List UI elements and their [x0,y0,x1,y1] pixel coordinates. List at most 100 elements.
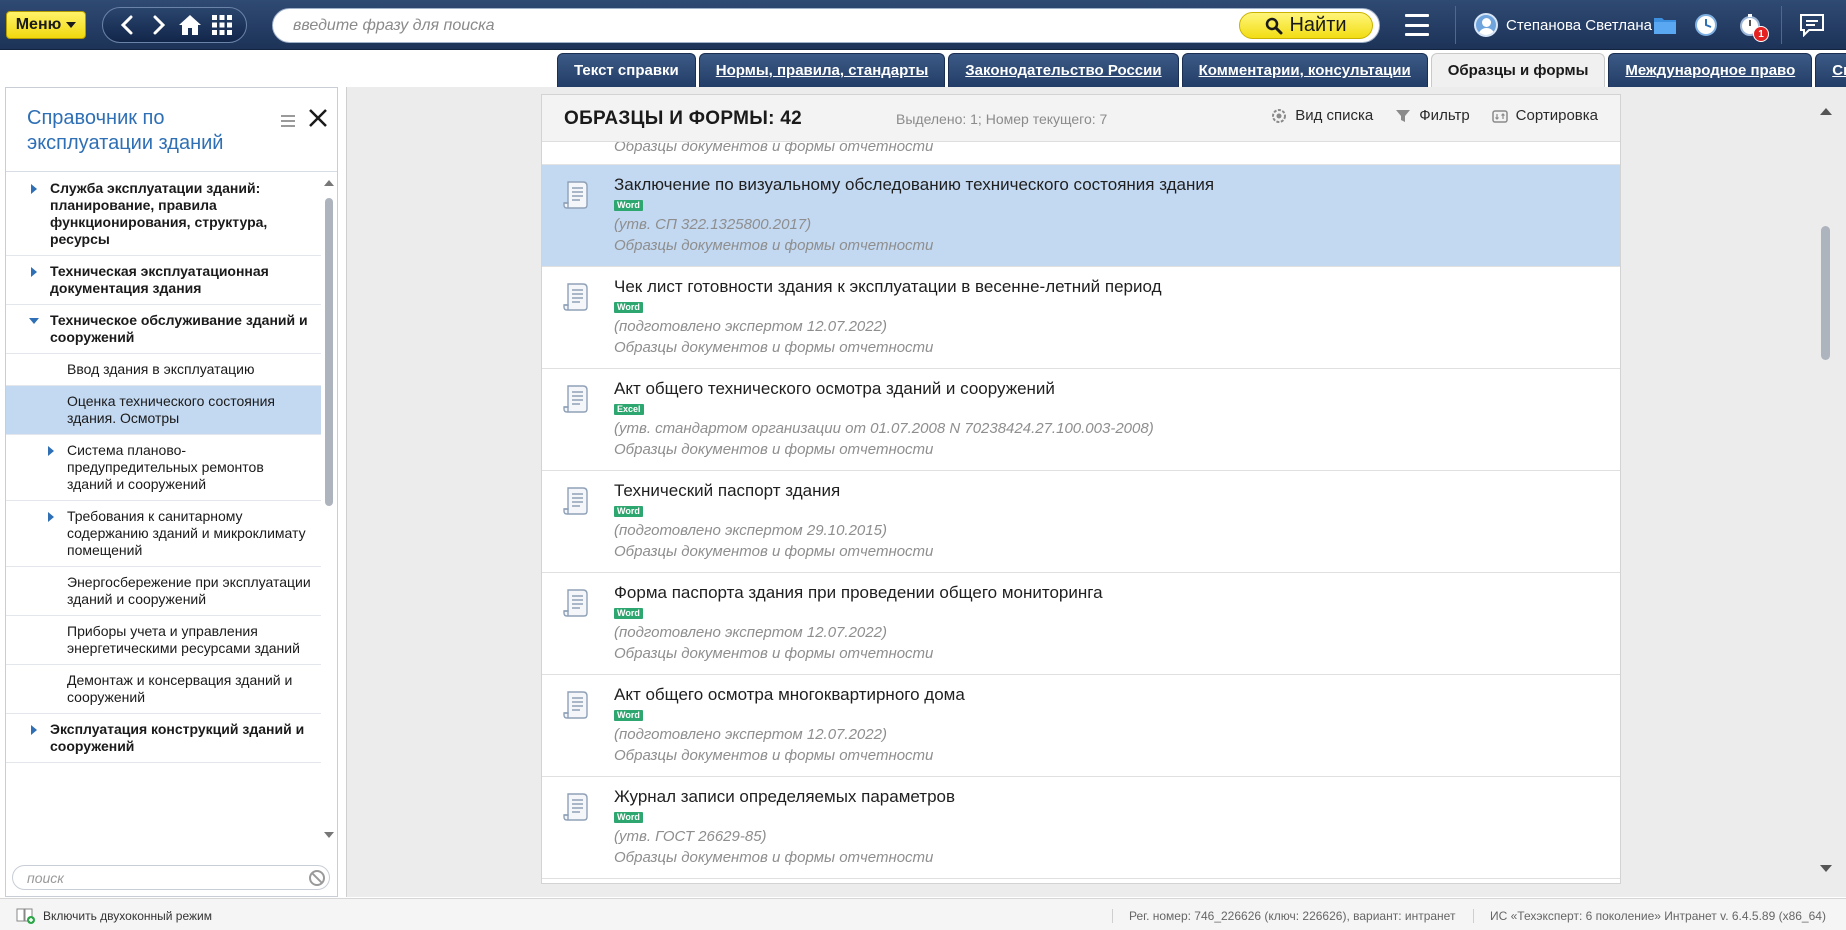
sidebar-search-input[interactable] [27,869,287,887]
home-icon[interactable] [177,12,203,38]
document-list-item[interactable]: Технический паспорт здания Word (подготовл… [542,471,1620,573]
document-list-item[interactable]: Чек лист готовности здания к эксплуатаци… [542,267,1620,369]
chevron-down-icon [66,22,77,28]
tab-1[interactable]: Текст справки [557,53,696,87]
notification-badge: 1 [1753,26,1769,42]
sidebar-item-label: Эксплуатация конструкций зданий и сооруж… [50,721,305,754]
document-category: Образцы документов и формы отчетности [614,645,934,662]
hamburger-menu-icon[interactable] [1405,14,1429,36]
sidebar-item-label: Оценка технического состояния здания. Ос… [67,393,275,426]
list-item-partial[interactable]: Образцы документов и формы отчетности [542,142,1620,165]
expand-right-icon[interactable] [31,184,37,194]
document-title[interactable]: Заключение по визуальному обследованию т… [614,175,1620,195]
navigation-group [102,7,247,43]
document-note: (подготовлено экспертом 12.07.2022) [614,624,887,641]
close-icon[interactable] [306,106,330,130]
sidebar-item-label: Требования к санитарному содержанию здан… [67,508,306,558]
sidebar-item-label: Техническое обслуживание зданий и сооруж… [50,312,308,345]
filter-button[interactable]: Фильтр [1395,107,1470,124]
document-category: Образцы документов и формы отчетности [614,747,934,764]
sidebar-item-label: Система планово-предупредительных ремонт… [67,442,264,492]
tab-2[interactable]: Нормы, правила, стандарты [698,53,946,87]
scrollbar-thumb[interactable] [1821,226,1830,360]
document-list-item[interactable]: Журнал записи определяемых параметров Wor… [542,777,1620,879]
funnel-icon [1396,109,1411,122]
toolbar-divider [1781,6,1782,44]
scroll-up-icon[interactable] [324,180,334,186]
scroll-up-icon[interactable] [1820,108,1832,115]
format-badge: Excel [614,404,644,415]
scroll-down-icon[interactable] [324,832,334,838]
expand-down-icon[interactable] [29,318,39,324]
view-mode-label: Вид списка [1295,107,1374,124]
document-icon [562,689,592,726]
sidebar-item[interactable]: Система планово-предупредительных ремонт… [6,435,321,501]
chat-icon[interactable] [1799,12,1825,38]
sidebar-item[interactable]: Оценка технического состояния здания. Ос… [6,386,321,435]
clock-icon[interactable] [1693,12,1719,38]
view-mode-button[interactable]: Вид списка [1271,107,1373,124]
document-title[interactable]: Форма паспорта здания при проведении общ… [614,583,1620,603]
folder-icon[interactable] [1652,12,1678,38]
sidebar-scrollbar[interactable] [322,178,336,838]
back-arrow-icon[interactable] [114,12,140,38]
sidebar-item[interactable]: Демонтаж и консервация зданий и сооружен… [6,665,321,714]
document-title[interactable]: Журнал записи определяемых параметров [614,787,1620,807]
sidebar-header: Справочник по эксплуатации зданий [6,88,337,172]
sort-button[interactable]: Сортировка [1491,107,1598,124]
apps-grid-icon[interactable] [209,12,235,38]
list-icon[interactable] [281,114,295,132]
document-note: (утв. ГОСТ 26629-85) [614,828,767,845]
document-note: (утв. стандартом организации от 01.07.20… [614,420,1154,437]
tab-6[interactable]: Международное право [1608,53,1813,87]
user-profile[interactable]: Степанова Светлана [1474,13,1652,37]
sidebar-item[interactable]: Приборы учета и управления энергетически… [6,616,321,665]
tab-7[interactable]: Справки [1815,53,1846,87]
sidebar-item[interactable]: Ввод здания в эксплуатацию [6,354,321,386]
sidebar-item-label: Приборы учета и управления энергетически… [67,623,300,656]
dual-window-toggle[interactable]: Включить двухоконный режим [16,908,212,924]
main-scrollbar[interactable] [1818,98,1834,878]
sidebar-item[interactable]: Служба эксплуатации зданий: планирование… [6,173,321,256]
document-category: Образцы документов и формы отчетности [614,237,934,254]
user-avatar-icon [1474,13,1498,37]
forward-arrow-icon[interactable] [146,12,172,38]
expand-right-icon[interactable] [31,267,37,277]
tab-label: Законодательство России [965,62,1162,79]
document-icon [562,281,592,318]
document-list-item[interactable]: Акт общего осмотра многоквартирного дома… [542,675,1620,777]
sidebar-item[interactable]: Техническая эксплуатационная документаци… [6,256,321,305]
tab-3[interactable]: Законодательство России [948,53,1179,87]
dual-window-icon [16,908,35,924]
scroll-down-icon[interactable] [1820,865,1832,872]
registration-info: Рег. номер: 746_226626 (ключ: 226626), в… [1112,909,1455,923]
search-input[interactable] [293,15,1223,37]
expand-right-icon[interactable] [48,512,54,522]
dual-window-label: Включить двухоконный режим [43,909,212,923]
sidebar-item[interactable]: Техническое обслуживание зданий и сооруж… [6,305,321,354]
find-button[interactable]: Найти [1239,12,1373,39]
document-title[interactable]: Акт общего технического осмотра зданий и… [614,379,1620,399]
document-list-item[interactable]: Форма паспорта здания при проведении общ… [542,573,1620,675]
document-title[interactable]: Чек лист готовности здания к эксплуатаци… [614,277,1620,297]
list-header: ОБРАЗЦЫ И ФОРМЫ: 42 Выделено: 1; Номер т… [542,95,1620,142]
tab-label: Комментарии, консультации [1198,62,1411,79]
expand-right-icon[interactable] [48,446,54,456]
expand-right-icon[interactable] [31,725,37,735]
sidebar-item[interactable]: Требования к санитарному содержанию здан… [6,501,321,567]
sort-label: Сортировка [1515,107,1598,124]
scrollbar-thumb[interactable] [325,198,333,506]
menu-button[interactable]: Меню [6,11,86,39]
sidebar-item[interactable]: Энергосбережение при эксплуатации зданий… [6,567,321,616]
tab-5[interactable]: Образцы и формы [1430,53,1606,87]
clear-icon[interactable] [309,870,325,886]
document-list-item[interactable]: Акт общего технического осмотра зданий и… [542,369,1620,471]
sidebar-item-label: Техническая эксплуатационная документаци… [50,263,269,296]
document-title[interactable]: Акт общего осмотра многоквартирного дома [614,685,1620,705]
sidebar-title[interactable]: Справочник по эксплуатации зданий [27,106,267,156]
sidebar-item[interactable]: Эксплуатация конструкций зданий и сооруж… [6,714,321,763]
document-title[interactable]: Технический паспорт здания [614,481,1620,501]
stopwatch-icon[interactable]: 1 [1737,12,1769,42]
document-list-item[interactable]: Заключение по визуальному обследованию т… [542,165,1620,267]
tab-4[interactable]: Комментарии, консультации [1181,53,1428,87]
